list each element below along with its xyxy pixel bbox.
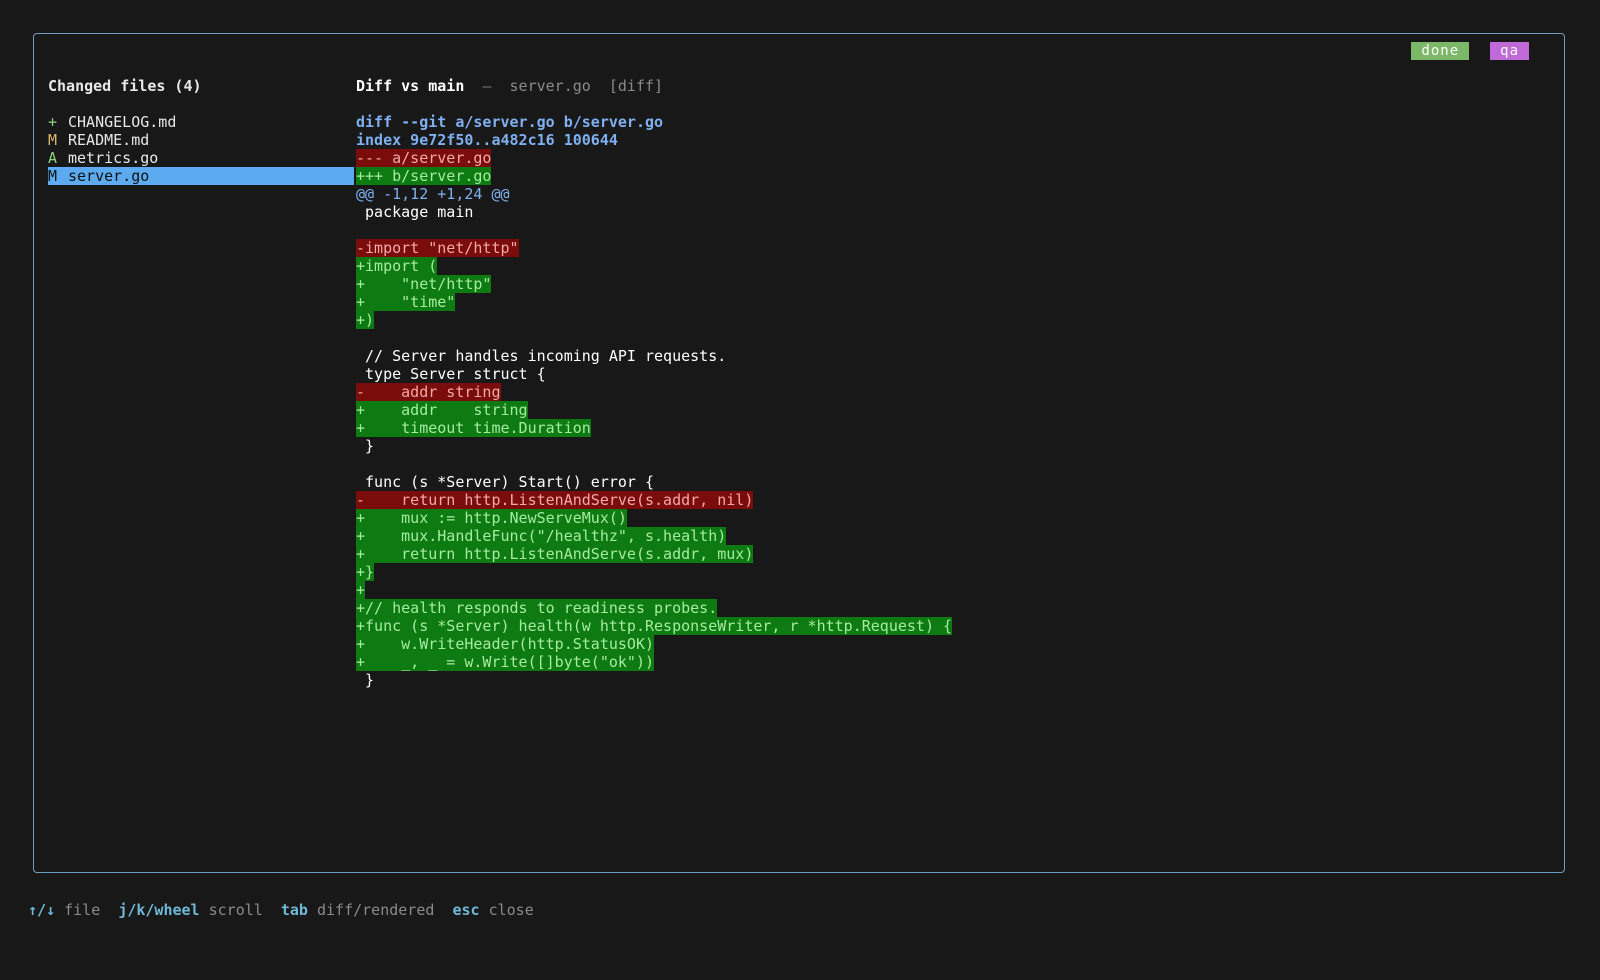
diff-line-text: package main — [356, 203, 474, 221]
diff-line-del: - return http.ListenAndServe(s.addr, nil… — [356, 491, 1544, 509]
diff-line-ctx — [356, 329, 1544, 347]
badge-group: done qa — [1411, 42, 1529, 60]
diff-line-text: // Server handles incoming API requests. — [356, 347, 727, 365]
diff-line-text: + timeout time.Duration — [356, 419, 591, 437]
diff-line-add: + return http.ListenAndServe(s.addr, mux… — [356, 545, 1544, 563]
diff-line-text: + w.WriteHeader(http.StatusOK) — [356, 635, 655, 653]
file-list-item[interactable]: Ametrics.go — [48, 149, 354, 167]
diff-viewer-panel: done qa Changed files (4) + CHANGELOG.md M… — [33, 33, 1565, 873]
diff-line-add: + "time" — [356, 293, 1544, 311]
diff-line-text: diff --git a/server.go b/server.go — [356, 113, 664, 131]
diff-line-meta: index 9e72f50..a482c16 100644 — [356, 131, 1544, 149]
file-list-item[interactable]: + CHANGELOG.md — [48, 113, 354, 131]
diff-line-ctx — [356, 221, 1544, 239]
diff-mode-label: [diff] — [608, 77, 664, 95]
diff-line-text: --- a/server.go — [356, 149, 492, 167]
diff-file-name: server.go — [509, 77, 591, 95]
diff-line-text: + addr string — [356, 401, 528, 419]
header-separator: — — [482, 77, 492, 95]
diff-line-ctx: // Server handles incoming API requests. — [356, 347, 1544, 365]
diff-line-add: + — [356, 581, 1544, 599]
keybinding-key: ↑/↓ — [28, 901, 56, 919]
keybinding-footer: ↑/↓ file j/k/wheel scroll tab diff/rende… — [28, 901, 534, 919]
file-list: + CHANGELOG.md M README.md Ametrics.go Mserve… — [48, 113, 354, 185]
diff-line-text: + "net/http" — [356, 275, 492, 293]
diff-line-ctx: } — [356, 437, 1544, 455]
diff-line-text: index 9e72f50..a482c16 100644 — [356, 131, 618, 149]
diff-pane[interactable]: Diff vs main — server.go [diff] diff --g… — [356, 77, 1544, 689]
changed-files-sidebar: Changed files (4) + CHANGELOG.md M README.m… — [48, 77, 354, 185]
file-name: CHANGELOG.md — [68, 113, 177, 131]
diff-line-text: +) — [356, 311, 375, 329]
diff-line-text: -import "net/http" — [356, 239, 519, 257]
diff-line-del: - addr string — [356, 383, 1544, 401]
diff-line-add: + addr string — [356, 401, 1544, 419]
diff-line-text: +++ b/server.go — [356, 167, 492, 185]
diff-line-ctx: func (s *Server) Start() error { — [356, 473, 1544, 491]
diff-line-text: + mux := http.NewServeMux() — [356, 509, 627, 527]
diff-line-text: func (s *Server) Start() error { — [356, 473, 655, 491]
diff-line-hunk: @@ -1,12 +1,24 @@ — [356, 185, 1544, 203]
diff-line-text: - return http.ListenAndServe(s.addr, nil… — [356, 491, 754, 509]
diff-line-add: + mux.HandleFunc("/healthz", s.health) — [356, 527, 1544, 545]
diff-line-add: + _, _ = w.Write([]byte("ok")) — [356, 653, 1544, 671]
diff-line-add: + mux := http.NewServeMux() — [356, 509, 1544, 527]
diff-line-add: +func (s *Server) health(w http.Response… — [356, 617, 1544, 635]
diff-line-text: } — [356, 671, 375, 689]
diff-line-text: } — [356, 437, 375, 455]
diff-line-add: + "net/http" — [356, 275, 1544, 293]
diff-line-text: + _, _ = w.Write([]byte("ok")) — [356, 653, 655, 671]
diff-line-add: +) — [356, 311, 1544, 329]
file-list-item[interactable]: M README.md — [48, 131, 354, 149]
keybinding-description: scroll — [208, 901, 263, 919]
file-status-indicator: M — [48, 167, 58, 185]
keybinding-key: tab — [280, 901, 308, 919]
file-status-indicator: A — [48, 149, 58, 167]
diff-line-text: @@ -1,12 +1,24 @@ — [356, 185, 510, 203]
diff-header: Diff vs main — server.go [diff] — [356, 77, 1544, 95]
keybinding-description: file — [64, 901, 101, 919]
diff-line-add: +++ b/server.go — [356, 167, 1544, 185]
file-status-indicator: M — [48, 131, 58, 149]
diff-line-text: + — [356, 581, 366, 599]
diff-line-add: +import ( — [356, 257, 1544, 275]
diff-line-add: + w.WriteHeader(http.StatusOK) — [356, 635, 1544, 653]
diff-line-text: +import ( — [356, 257, 438, 275]
file-name: metrics.go — [68, 149, 159, 167]
file-status-indicator: + — [48, 113, 58, 131]
diff-line-text: + "time" — [356, 293, 456, 311]
file-name: README.md — [68, 131, 150, 149]
diff-line-text: +} — [356, 563, 375, 581]
diff-line-text: +func (s *Server) health(w http.Response… — [356, 617, 953, 635]
diff-line-text: type Server struct { — [356, 365, 546, 383]
changed-files-title: Changed files (4) — [48, 77, 202, 95]
diff-line-add: +// health responds to readiness probes. — [356, 599, 1544, 617]
diff-line-meta: diff --git a/server.go b/server.go — [356, 113, 1544, 131]
done-badge: done — [1411, 42, 1470, 60]
file-name: server.go — [68, 167, 150, 185]
diff-line-text: +// health responds to readiness probes. — [356, 599, 718, 617]
keybinding-key: j/k/wheel — [118, 901, 200, 919]
diff-line-del: --- a/server.go — [356, 149, 1544, 167]
diff-line-ctx: package main — [356, 203, 1544, 221]
diff-body: diff --git a/server.go b/server.go index … — [356, 113, 1544, 689]
diff-line-ctx: } — [356, 671, 1544, 689]
diff-line-text: + return http.ListenAndServe(s.addr, mux… — [356, 545, 754, 563]
diff-title: Diff vs main — [356, 77, 465, 95]
diff-line-del: -import "net/http" — [356, 239, 1544, 257]
diff-line-add: +} — [356, 563, 1544, 581]
keybinding-description: close — [488, 901, 534, 919]
diff-line-text: + mux.HandleFunc("/healthz", s.health) — [356, 527, 727, 545]
diff-line-add: + timeout time.Duration — [356, 419, 1544, 437]
diff-line-text: - addr string — [356, 383, 501, 401]
keybinding-description: diff/rendered — [317, 901, 435, 919]
file-list-item[interactable]: Mserver.go — [48, 167, 354, 185]
diff-line-ctx: type Server struct { — [356, 365, 1544, 383]
keybinding-key: esc — [452, 901, 480, 919]
diff-line-ctx — [356, 455, 1544, 473]
qa-badge: qa — [1490, 42, 1529, 60]
